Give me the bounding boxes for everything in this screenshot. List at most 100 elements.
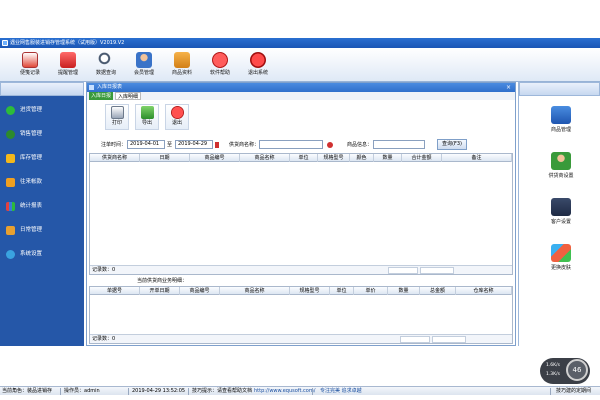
toolbar-notes-button[interactable]: 便笺记录 [14,50,46,80]
network-speed-widget[interactable]: 1.6K/s 1.3K/s 46 [540,358,590,384]
supplier-label: 供货商名称： [229,142,260,148]
col-supplier[interactable]: 供货商名称 [90,154,140,162]
col-unit[interactable]: 单位 [290,154,318,162]
report-tabs: 入库日报 入库明细 [87,92,515,100]
col-open-date[interactable]: 开单日期 [140,287,180,295]
date-to-input[interactable]: 2019-04-29 [175,140,213,149]
right-shortcut-panel: 商品管理 供货商设置 客户设置 更换皮肤 [518,82,600,346]
product-mgmt-icon [551,106,571,124]
grid2-footer: 记录数：0 [90,334,512,343]
members-icon [136,52,152,68]
nav-item-inventory[interactable]: 库存管理 [6,150,82,166]
gear-icon [6,250,15,259]
plus-icon [6,106,15,115]
printer-icon [110,106,124,119]
app-icon [2,40,8,46]
shortcut-change-skin[interactable]: 更换皮肤 [539,244,583,271]
receipt-summary-grid: 供货商名称 日期 商品编号 商品名称 单位 规格型号 颜色 数量 合计金额 备注… [89,153,513,275]
col-spec-2[interactable]: 规格型号 [290,287,330,295]
supplier-input[interactable] [259,140,323,149]
col-product-code-2[interactable]: 商品编号 [180,287,220,295]
status-url[interactable]: http://www.equsoft.com/ [254,387,315,396]
bar-chart-icon [6,202,15,211]
clear-icon[interactable] [327,142,333,148]
calendar-icon[interactable] [215,142,219,148]
query-button[interactable]: 查询(F3) [437,139,467,150]
col-total-amount[interactable]: 合计金额 [402,154,442,162]
report-subwindow: 入库日报表 × 入库日报 入库明细 打印 导出 退出 注单时间： 2019-04… [86,82,516,346]
shortcut-customer-settings[interactable]: 客户设置 [539,198,583,225]
toolbar-help-button[interactable]: 软件帮助 [204,50,236,80]
upload-speed: 1.6K/s [546,363,560,368]
subwindow-close-icon[interactable]: × [506,83,511,92]
product-input[interactable] [373,140,425,149]
col-product-code[interactable]: 商品编号 [190,154,240,162]
col-product-name-2[interactable]: 商品名称 [220,287,290,295]
usage-gauge: 46 [566,359,588,381]
subwindow-icon [89,85,94,90]
supplier-detail-grid: 单据号 开单日期 商品编号 商品名称 规格型号 单位 单价 数量 总金额 仓库名… [89,286,513,344]
left-navigation: 进货管理 销售管理 库存管理 往来帐款 统计报表 日常管理 系统设置 [0,82,84,346]
footer-amount-cell [420,267,454,274]
print-button[interactable]: 打印 [105,104,129,130]
main-toolbar: 便笺记录 提醒管理 数据查询 会员管理 商品资料 软件帮助 退出系统 [0,48,600,82]
record-count-label-2: 记录数： [92,336,113,342]
col-doc-no[interactable]: 单据号 [90,287,140,295]
power-icon [250,52,266,68]
customer-icon [551,198,571,216]
date-to-label: 至 [167,142,173,148]
toolbar-query-button[interactable]: 数据查询 [90,50,122,80]
col-total-amount-2[interactable]: 总金额 [420,287,456,295]
right-panel-header [519,82,600,96]
title-bar[interactable]: 遇业网售服装进销存管理系统（试用版）V2019.V2 [0,38,600,48]
col-date[interactable]: 日期 [140,154,190,162]
app-window: 遇业网售服装进销存管理系统（试用版）V2019.V2 便笺记录 提醒管理 数据查… [0,38,600,395]
status-company: 技巧建的定期间 [556,388,592,394]
exit-button[interactable]: 退出 [165,104,189,130]
nav-item-reports[interactable]: 统计报表 [6,198,82,214]
action-bar: 打印 导出 退出 [87,100,515,136]
window-title: 遇业网售服装进销存管理系统（试用版）V2019.V2 [10,40,125,46]
nav-item-purchase[interactable]: 进货管理 [6,102,82,118]
nav-item-sales[interactable]: 销售管理 [6,126,82,142]
reminder-icon [60,52,76,68]
subwindow-title-bar[interactable]: 入库日报表 × [87,83,515,92]
status-bar: 当前角色：装品进销存 操作员：admin 2019-04-29 13:52:05… [0,386,600,395]
date-from-input[interactable]: 2019-04-01 [127,140,165,149]
col-remark[interactable]: 备注 [442,154,512,162]
col-product-name[interactable]: 商品名称 [240,154,290,162]
nav-item-daily[interactable]: 日常管理 [6,222,82,238]
notepad-icon [22,52,38,68]
col-quantity[interactable]: 数量 [374,154,402,162]
dollar-icon [6,178,15,187]
download-speed: 1.3K/s [546,372,560,377]
skin-icon [551,244,571,262]
tab-daily-receipt[interactable]: 入库日报 [89,92,114,100]
help-icon [212,52,228,68]
col-unit-price[interactable]: 单价 [354,287,388,295]
col-color[interactable]: 颜色 [350,154,374,162]
col-warehouse[interactable]: 仓库名称 [456,287,512,295]
col-spec[interactable]: 规格型号 [318,154,350,162]
toolbar-reminder-button[interactable]: 提醒管理 [52,50,84,80]
col-quantity-2[interactable]: 数量 [388,287,420,295]
supplier-business-title: 当前供货商业务明细： [137,278,188,284]
status-operator: 操作员：admin [64,388,100,394]
export-button[interactable]: 导出 [135,104,159,130]
grid1-header: 供货商名称 日期 商品编号 商品名称 单位 规格型号 颜色 数量 合计金额 备注 [90,154,512,162]
toolbar-exit-button[interactable]: 退出系统 [242,50,274,80]
date-label: 注单时间： [101,142,127,148]
left-panel-header [0,82,84,96]
status-store: 当前角色：装品进销存 [2,388,53,394]
grid2-header: 单据号 开单日期 商品编号 商品名称 规格型号 单位 单价 数量 总金额 仓库名… [90,287,512,295]
footer-total-cell-2 [400,336,430,343]
nav-item-settings[interactable]: 系统设置 [6,246,82,262]
nav-item-accounts[interactable]: 往来帐款 [6,174,82,190]
col-unit-2[interactable]: 单位 [330,287,354,295]
shortcut-product-management[interactable]: 商品管理 [539,106,583,133]
shortcut-supplier-settings[interactable]: 供货商设置 [539,152,583,179]
toolbar-products-button[interactable]: 商品资料 [166,50,198,80]
star-icon [6,154,15,163]
tab-receipt-detail[interactable]: 入库明细 [115,92,142,100]
toolbar-members-button[interactable]: 会员管理 [128,50,160,80]
